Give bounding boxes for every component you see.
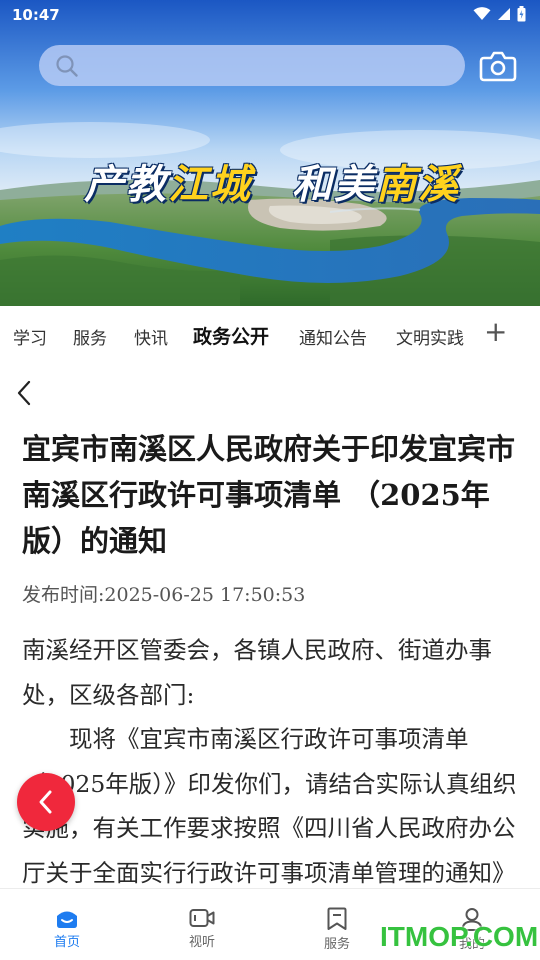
battery-icon — [517, 6, 526, 22]
status-bar: 10:47 — [0, 0, 540, 30]
home-icon — [57, 911, 77, 928]
nav-label: 首页 — [53, 935, 80, 950]
nav-home[interactable]: 首页 — [32, 907, 102, 950]
nav-label: 服务 — [323, 937, 350, 952]
status-time: 10:47 — [12, 6, 60, 24]
article-body: 南溪经开区管委会，各镇人民政府、街道办事处，区级各部门: 现将《宜宾市南溪区行政… — [22, 628, 524, 886]
tab-notices[interactable]: 通知公告 — [299, 324, 367, 349]
search-icon — [56, 54, 78, 77]
tab-study[interactable]: 学习 — [13, 324, 47, 349]
channel-tabs: 学习 服务 快讯 政务公开 通知公告 文明实践 + — [0, 306, 540, 362]
add-channel-icon[interactable]: + — [484, 318, 507, 346]
slogan-text: 南溪 — [376, 161, 460, 208]
bookmark-service-icon — [327, 907, 347, 930]
tab-service[interactable]: 服务 — [73, 324, 107, 349]
wifi-icon — [473, 7, 491, 20]
tab-civilization-practice[interactable]: 文明实践 — [396, 324, 464, 349]
slogan-text: 江城 — [168, 161, 252, 208]
hero-slogan: 产教江城 和美南溪 — [0, 146, 540, 216]
nav-service[interactable]: 服务 — [302, 907, 372, 952]
hero-banner: 10:47 产教江城 和美南溪 — [0, 0, 540, 306]
camera-icon[interactable] — [478, 46, 518, 86]
site-watermark: ITMOP.COM — [380, 921, 539, 952]
nav-audio-video[interactable]: 视听 — [167, 907, 237, 950]
tab-news-flash[interactable]: 快讯 — [134, 324, 168, 349]
nav-label: 视听 — [188, 935, 215, 950]
publish-time: 发布时间:2025-06-25 17:50:53 — [22, 584, 306, 606]
article-paragraph: 现将《宜宾市南溪区行政许可事项清单（2025年版）》印发你们，请结合实际认真组织… — [22, 725, 517, 886]
article-paragraph: 南溪经开区管委会，各镇人民政府、街道办事处，区级各部门: — [22, 636, 492, 709]
chevron-left-icon — [39, 790, 52, 814]
video-icon — [189, 909, 215, 927]
search-input[interactable] — [39, 45, 465, 86]
article-title: 宜宾市南溪区人民政府关于印发宜宾市南溪区行政许可事项清单 （2025年版）的通知 — [22, 432, 516, 558]
tab-government-affairs[interactable]: 政务公开 — [193, 322, 269, 349]
back-arrow-icon[interactable] — [14, 378, 36, 408]
slogan-text: 和美 — [292, 161, 376, 208]
signal-icon — [498, 8, 510, 20]
slogan-text: 产教 — [84, 161, 168, 208]
floating-back-button[interactable] — [17, 773, 75, 831]
